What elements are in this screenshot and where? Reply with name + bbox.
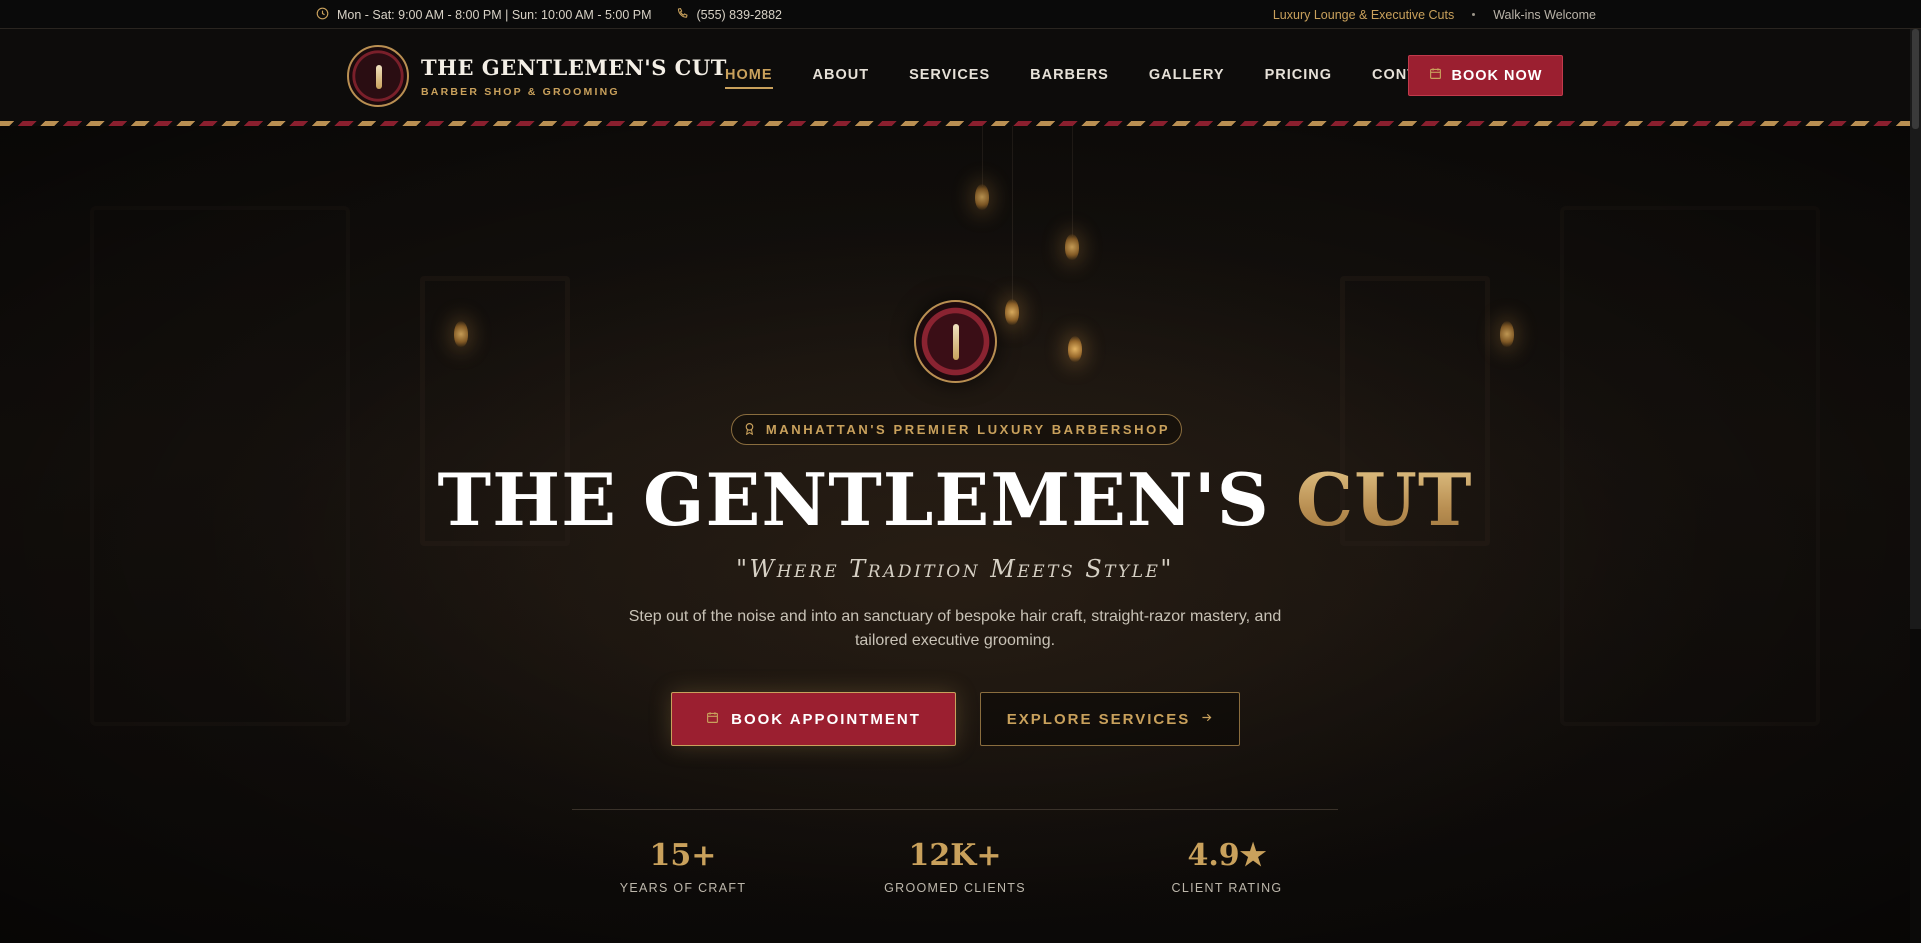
calendar-icon xyxy=(706,711,719,728)
hero-title: THE GENTLEMEN'S CUT xyxy=(0,455,1910,545)
award-icon xyxy=(743,422,756,438)
nav-item-services[interactable]: SERVICES xyxy=(889,29,1010,122)
nav-item-gallery[interactable]: GALLERY xyxy=(1129,29,1245,122)
nav-item-pricing[interactable]: PRICING xyxy=(1245,29,1352,122)
lounge-text: Luxury Lounge & Executive Cuts xyxy=(1272,7,1455,22)
nav-item-about[interactable]: ABOUT xyxy=(793,29,890,122)
explore-services-label: EXPLORE SERVICES xyxy=(1006,710,1191,728)
arrow-right-icon xyxy=(1200,711,1213,728)
book-now-button[interactable]: BOOK NOW xyxy=(1408,55,1563,96)
hero-title-accent: CUT xyxy=(1295,457,1473,542)
hero-emblem-icon xyxy=(914,300,997,383)
hero-description: Step out of the noise and into an sanctu… xyxy=(628,608,1282,649)
hero-title-main: THE GENTLEMEN'S xyxy=(437,457,1270,542)
barber-logo-icon xyxy=(347,45,409,107)
stat-label: YEARS OF CRAFT xyxy=(619,881,747,895)
stat-value: 12K+ xyxy=(908,838,1002,873)
page-scrollbar[interactable] xyxy=(1910,29,1921,629)
book-appointment-label: BOOK APPOINTMENT xyxy=(731,710,921,728)
phone-icon xyxy=(676,7,689,23)
stat-clients: 12K+ GROOMED CLIENTS xyxy=(855,838,1055,895)
nav-menu: HOME ABOUT SERVICES BARBERS GALLERY PRIC… xyxy=(705,29,1469,122)
stat-value: 4.9★ xyxy=(1187,838,1267,873)
book-now-label: BOOK NOW xyxy=(1451,67,1543,84)
stats-divider xyxy=(572,809,1338,810)
hero-badge: MANHATTAN'S PREMIER LUXURY BARBERSHOP xyxy=(731,414,1182,445)
stat-years: 15+ YEARS OF CRAFT xyxy=(583,838,783,895)
stat-label: GROOMED CLIENTS xyxy=(884,881,1026,895)
phone-number[interactable]: (555) 839-2882 xyxy=(697,8,782,22)
hours-text: Mon - Sat: 9:00 AM - 8:00 PM | Sun: 10:0… xyxy=(337,7,652,22)
hours-info: Mon - Sat: 9:00 AM - 8:00 PM | Sun: 10:0… xyxy=(316,7,652,23)
scrollbar-thumb[interactable] xyxy=(1912,29,1919,129)
stat-value: 15+ xyxy=(649,838,717,873)
phone-info[interactable]: (555) 839-2882 xyxy=(676,7,782,23)
brand-tagline: BARBER SHOP & GROOMING xyxy=(421,85,620,98)
brand[interactable]: THE GENTLEMEN'S CUT BARBER SHOP & GROOMI… xyxy=(347,45,727,107)
clock-icon xyxy=(316,7,329,23)
nav-item-home[interactable]: HOME xyxy=(705,29,793,122)
hero-badge-text: MANHATTAN'S PREMIER LUXURY BARBERSHOP xyxy=(765,422,1171,437)
nav-item-barbers[interactable]: BARBERS xyxy=(1010,29,1129,122)
separator-dot xyxy=(1472,13,1476,16)
explore-services-button[interactable]: EXPLORE SERVICES xyxy=(980,692,1240,746)
book-appointment-button[interactable]: BOOK APPOINTMENT xyxy=(671,692,956,746)
top-info-bar: Mon - Sat: 9:00 AM - 8:00 PM | Sun: 10:0… xyxy=(0,0,1921,29)
walkins-text: Walk-ins Welcome xyxy=(1493,7,1596,22)
brand-name: THE GENTLEMEN'S CUT xyxy=(421,54,727,80)
stat-rating: 4.9★ CLIENT RATING xyxy=(1127,838,1327,895)
calendar-icon xyxy=(1429,67,1442,84)
stat-label: CLIENT RATING xyxy=(1171,881,1283,895)
hero-tagline: "Where Tradition Meets Style" xyxy=(736,555,1174,583)
